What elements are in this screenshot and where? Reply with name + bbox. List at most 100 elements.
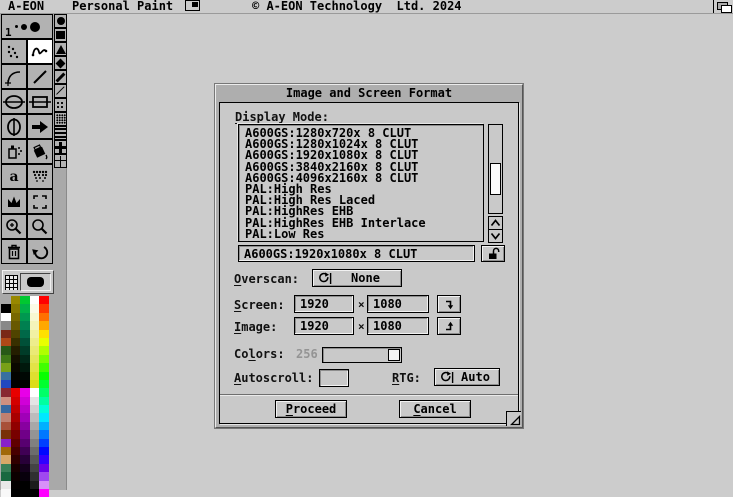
palette-swatch[interactable] [30,388,40,396]
palette-swatch[interactable] [39,447,49,455]
palette-swatch[interactable] [1,447,11,455]
palette-swatch[interactable] [20,380,30,388]
palette-swatch[interactable] [11,372,21,380]
palette-swatch[interactable] [11,338,21,346]
palette-swatch[interactable] [39,355,49,363]
brush-sparse-dots[interactable] [54,98,67,112]
palette-swatch[interactable] [11,481,21,489]
palette-swatch[interactable] [30,455,40,463]
palette-swatch[interactable] [1,355,11,363]
clear-tool[interactable] [1,239,27,264]
palette-swatch[interactable] [1,321,11,329]
palette-swatch[interactable] [11,439,21,447]
palette-swatch[interactable] [11,346,21,354]
palette-swatch[interactable] [20,447,30,455]
image-height-field[interactable]: 1080 [367,317,429,335]
undo-tool[interactable] [27,239,53,264]
palette-swatch[interactable] [39,472,49,480]
palette-swatch[interactable] [1,296,11,304]
palette-swatch[interactable] [30,346,40,354]
palette-swatch[interactable] [20,455,30,463]
palette-swatch[interactable] [30,321,40,329]
palette-swatch[interactable] [30,330,40,338]
brush-hlines[interactable] [54,126,67,140]
palette-swatch[interactable] [30,313,40,321]
fill-tool[interactable] [27,139,53,164]
screen-depth-gadget[interactable] [713,0,733,13]
palette-swatch[interactable] [39,346,49,354]
mode-name-field[interactable]: A600GS:1920x1080x 8 CLUT [238,245,475,262]
palette-swatch[interactable] [20,330,30,338]
palette-swatch[interactable] [20,346,30,354]
palette-swatch[interactable] [1,430,11,438]
screen-width-field[interactable]: 1920 [294,295,354,313]
palette-swatch[interactable] [1,413,11,421]
palette-swatch[interactable] [20,296,30,304]
palette-swatch[interactable] [1,338,11,346]
palette-swatch[interactable] [11,388,21,396]
scrollbar-thumb[interactable] [490,163,501,195]
scroll-up-button[interactable] [488,216,503,230]
palette-swatch[interactable] [1,372,11,380]
brush-thick-line[interactable] [54,70,67,84]
palette-swatch[interactable] [1,397,11,405]
palette-swatch[interactable] [20,313,30,321]
palette-swatch[interactable] [20,321,30,329]
palette-swatch[interactable] [30,447,40,455]
palette-swatch[interactable] [39,489,49,497]
ellipse-tool[interactable] [1,89,27,114]
overscan-cycle[interactable]: None [312,269,402,287]
palette-swatch[interactable] [20,338,30,346]
select-region-tool[interactable] [27,189,53,214]
palette-swatch[interactable] [39,464,49,472]
palette-swatch[interactable] [1,439,11,447]
palette-swatch[interactable] [11,355,21,363]
palette-swatch[interactable] [11,330,21,338]
palette-swatch[interactable] [39,313,49,321]
palette-swatch[interactable] [30,481,40,489]
palette-swatch[interactable] [30,464,40,472]
palette-swatch[interactable] [30,372,40,380]
screen-height-field[interactable]: 1080 [367,295,429,313]
line-tool[interactable] [27,64,53,89]
palette-swatch[interactable] [39,321,49,329]
palette-swatch[interactable] [39,481,49,489]
palette-swatch[interactable] [39,330,49,338]
palette-swatch[interactable] [11,313,21,321]
paint-mode-indicator[interactable] [2,270,54,294]
palette-swatch[interactable] [39,430,49,438]
palette-swatch[interactable] [30,355,40,363]
palette-swatch[interactable] [1,380,11,388]
gradient-tool[interactable] [27,164,53,189]
palette-swatch[interactable] [30,422,40,430]
palette-swatch[interactable] [1,346,11,354]
palette-swatch[interactable] [1,422,11,430]
palette-swatch[interactable] [1,313,11,321]
palette-swatch[interactable] [30,413,40,421]
palette-swatch[interactable] [39,296,49,304]
current-color-box[interactable] [20,273,51,291]
palette-swatch[interactable] [20,405,30,413]
screen-title-bar[interactable]: A-EON Personal Paint © A-EON Technology … [0,0,733,14]
cancel-button[interactable]: Cancel [399,400,471,418]
palette-swatch[interactable] [39,397,49,405]
palette-swatch[interactable] [39,388,49,396]
oval-tool[interactable] [1,114,27,139]
dotted-freehand-tool[interactable] [1,39,27,64]
palette-swatch[interactable] [1,464,11,472]
palette-swatch[interactable] [20,363,30,371]
palette-swatch[interactable] [11,397,21,405]
palette-swatch[interactable] [11,472,21,480]
palette-swatch[interactable] [20,430,30,438]
palette-swatch[interactable] [20,489,30,497]
brush-select-tool[interactable] [1,189,27,214]
palette-swatch[interactable] [1,363,11,371]
palette-swatch[interactable] [11,464,21,472]
palette-swatch[interactable] [39,413,49,421]
colors-slider[interactable] [322,347,402,363]
brush-triangle[interactable] [54,42,67,56]
brush-square[interactable] [54,28,67,42]
palette-swatch[interactable] [39,422,49,430]
palette-swatch[interactable] [30,363,40,371]
palette-swatch[interactable] [1,330,11,338]
